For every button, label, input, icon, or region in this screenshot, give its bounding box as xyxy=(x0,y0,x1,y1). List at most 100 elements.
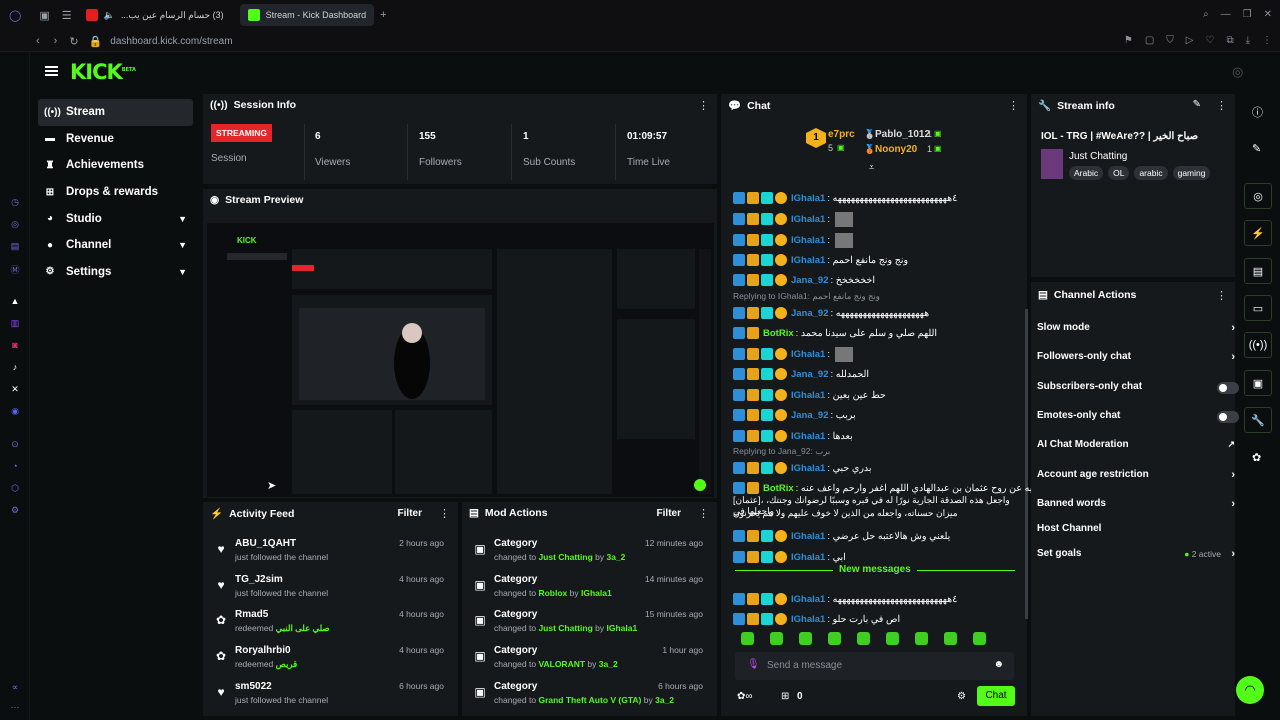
play-icon[interactable]: ▷ xyxy=(1186,35,1194,46)
channel-action-account-age-restriction[interactable]: Account age restriction › xyxy=(1037,469,1235,485)
activity-username[interactable]: Rmad5 xyxy=(235,609,268,620)
emote-icon[interactable] xyxy=(799,632,812,645)
filter-button[interactable]: Filter xyxy=(657,508,681,519)
mod-action-item[interactable]: ▣ Category changed to Just Chatting by 3… xyxy=(462,538,713,574)
chat-message[interactable]: IGhala1: ونج ونج مانفع احمم xyxy=(733,252,908,268)
emoji-icon[interactable]: ☻ xyxy=(993,659,1004,670)
edit-icon[interactable]: ✎ xyxy=(1193,99,1201,110)
activity-tool-icon[interactable]: ✿ xyxy=(1252,451,1261,464)
chat-username[interactable]: IGhala1 xyxy=(791,214,825,225)
mod-username[interactable]: 3a_2 xyxy=(599,659,618,669)
activity-username[interactable]: Roryalhrbi0 xyxy=(235,645,291,656)
chat-message[interactable]: IGhala1: ٤ههههههههههههههههههههههههههه xyxy=(733,190,957,206)
settings-icon[interactable]: ⚙ xyxy=(9,505,21,517)
wrench-tool-icon[interactable]: 🔧 xyxy=(1244,407,1272,433)
more-menu-icon[interactable]: ⋮ xyxy=(1216,289,1227,302)
gift-sub-icon[interactable]: ⊞ xyxy=(781,691,789,702)
activity-item[interactable]: ♥ sm5022 just followed the channel 6 hou… xyxy=(203,681,454,717)
chat-message[interactable]: IGhala1: xyxy=(733,232,853,248)
chat-username[interactable]: IGhala1 xyxy=(791,255,825,266)
user-avatar[interactable]: ◎ xyxy=(1232,64,1243,80)
chat-username[interactable]: IGhala1 xyxy=(791,463,825,474)
pencil-icon[interactable]: ✎ xyxy=(1252,142,1261,155)
search-icon[interactable]: ⌕ xyxy=(1203,9,1209,20)
channel-action-subscribers-only-chat[interactable]: Subscribers-only chat xyxy=(1037,381,1239,397)
emote-icon[interactable] xyxy=(857,632,870,645)
clock-icon[interactable]: ◔ xyxy=(9,461,21,473)
lightning-tool-icon[interactable]: ⚡ xyxy=(1244,220,1272,246)
chat-username[interactable]: Jana_92 xyxy=(791,410,829,421)
instagram-icon[interactable]: ◙ xyxy=(9,340,21,352)
mod-username[interactable]: IGhala1 xyxy=(581,588,612,598)
chat-message[interactable]: Jana_92: بربب xyxy=(733,407,856,423)
broadcast-tool-icon[interactable]: ((•)) xyxy=(1244,332,1272,358)
chat-username[interactable]: IGhala1 xyxy=(791,193,825,204)
chat-message[interactable]: IGhala1: xyxy=(733,346,853,362)
chat-username[interactable]: IGhala1 xyxy=(791,614,825,625)
chat-username[interactable]: IGhala1 xyxy=(791,235,825,246)
chat-message[interactable]: IGhala1: بدري حبي xyxy=(733,460,872,476)
chat-username[interactable]: BotRix xyxy=(763,328,794,339)
activity-item[interactable]: ✿ Roryalhrbi0 redeemed قريص 4 hours ago xyxy=(203,645,454,681)
emote-icon[interactable] xyxy=(741,632,754,645)
play-circle-icon[interactable]: ⊙ xyxy=(9,439,21,451)
channel-action-followers-only-chat[interactable]: Followers-only chat › xyxy=(1037,351,1235,367)
mod-tool-icon[interactable]: ▣ xyxy=(1244,370,1272,396)
heart-icon[interactable]: ♡ xyxy=(1205,35,1214,46)
document-tool-icon[interactable]: ▤ xyxy=(1244,258,1272,284)
support-icon[interactable]: ◠ xyxy=(1236,676,1264,704)
activity-username[interactable]: TG_J2sim xyxy=(235,574,283,585)
hamburger-icon[interactable] xyxy=(45,66,58,76)
twitch-icon[interactable]: ▥ xyxy=(9,318,21,330)
sidebar-item-stream[interactable]: ((•)) Stream xyxy=(38,99,193,126)
emote-icon[interactable] xyxy=(886,632,899,645)
download-icon[interactable]: ⤓ xyxy=(1246,35,1250,46)
reply-context[interactable]: Replying to Jana_92: برب xyxy=(733,446,830,457)
back-icon[interactable]: ‹ xyxy=(36,35,40,47)
chat-username[interactable]: Jana_92 xyxy=(791,275,829,286)
channel-action-emotes-only-chat[interactable]: Emotes-only chat xyxy=(1037,410,1239,426)
top-gifter-name[interactable]: Pablo_1012 xyxy=(875,129,930,140)
activity-item[interactable]: ♥ TG_J2sim just followed the channel 4 h… xyxy=(203,574,454,610)
tab-list-icon[interactable]: ☰ xyxy=(62,9,72,22)
more-menu-icon[interactable]: ⋮ xyxy=(698,507,709,520)
mod-action-item[interactable]: ▣ Category changed to VALORANT by 3a_2 1… xyxy=(462,645,713,681)
messenger-icon[interactable]: ◎ xyxy=(9,219,21,231)
channel-action-set-goals[interactable]: Set goals ● 2 active › xyxy=(1037,548,1235,564)
chat-username[interactable]: IGhala1 xyxy=(791,349,825,360)
wallet-icon[interactable]: ▤ xyxy=(9,241,21,253)
screenshot-icon[interactable]: ▢ xyxy=(1145,35,1154,46)
menu-icon[interactable]: ⋮ xyxy=(1262,35,1272,46)
chat-message[interactable]: IGhala1: حط عين بعين xyxy=(733,387,886,403)
channel-action-banned-words[interactable]: Banned words › xyxy=(1037,498,1235,514)
toggle-switch[interactable] xyxy=(1217,411,1239,423)
emote-icon[interactable] xyxy=(915,632,928,645)
chat-message[interactable]: IGhala1: يلعني وش هالاعتبه حل عرضي xyxy=(733,528,950,544)
top-gifter-name[interactable]: Noony20 xyxy=(875,144,917,155)
tab-youtube[interactable]: 🔈 (3) حسام الرسام عين يب... xyxy=(78,4,232,26)
more-icon[interactable]: ⋯ xyxy=(9,702,21,714)
chat-input-box[interactable]: 🎙 Send a message ☻ xyxy=(735,652,1014,680)
shield-icon[interactable]: ⛉ xyxy=(1166,35,1174,46)
mail-icon[interactable]: Ⓜ xyxy=(9,263,21,275)
channel-points-icon[interactable]: ✿∞ xyxy=(737,691,753,702)
chat-username[interactable]: IGhala1 xyxy=(791,531,825,542)
more-menu-icon[interactable]: ⋮ xyxy=(698,99,709,112)
top-gifter-name[interactable]: e7prc xyxy=(828,129,855,140)
close-icon[interactable]: ✕ xyxy=(1264,9,1272,20)
mute-icon[interactable]: 🔈 xyxy=(104,10,115,21)
channel-action-host-channel[interactable]: Host Channel xyxy=(1037,523,1227,539)
filter-button[interactable]: Filter xyxy=(398,508,422,519)
channel-action-ai-chat-moderation[interactable]: AI Chat Moderation ↗ xyxy=(1037,439,1235,455)
activity-item[interactable]: ♥ ABU_1QAHT just followed the channel 2 … xyxy=(203,538,454,574)
discord-icon[interactable]: ◉ xyxy=(9,406,21,418)
extensions-icon[interactable]: ⧉ xyxy=(1226,35,1233,46)
tab-kick-dashboard[interactable]: Stream - Kick Dashboard xyxy=(239,4,375,26)
expand-icon[interactable]: ⩡ xyxy=(869,162,874,173)
activity-username[interactable]: ABU_1QAHT xyxy=(235,538,296,549)
sidebar-item-revenue[interactable]: ▬ Revenue xyxy=(38,126,193,153)
chat-username[interactable]: IGhala1 xyxy=(791,594,825,605)
sidebar-item-drops[interactable]: ⊞ Drops & rewards xyxy=(38,179,193,206)
chat-message[interactable]: IGhala1: اص في بارت حلو xyxy=(733,611,900,627)
mod-username[interactable]: 3a_2 xyxy=(607,552,626,562)
